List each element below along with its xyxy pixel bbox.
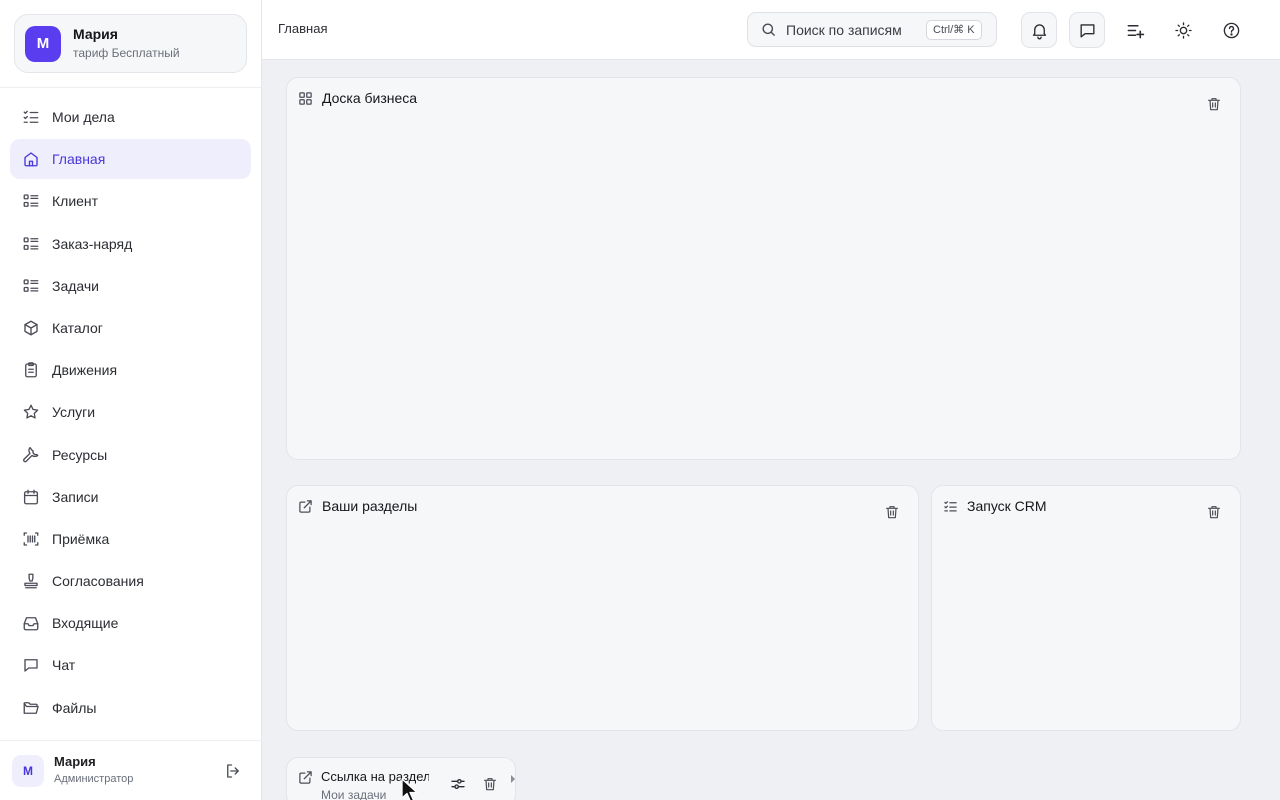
mouse-cursor-icon <box>400 778 422 800</box>
workspace-owner-name: Мария <box>73 26 118 42</box>
sidebar-item-home[interactable]: Главная <box>10 139 251 180</box>
stamp-icon <box>22 572 40 590</box>
sidebar-item-receiving[interactable]: Приёмка <box>10 519 251 559</box>
trash-icon[interactable] <box>1206 504 1222 520</box>
sidebar-item-services[interactable]: Услуги <box>10 392 251 432</box>
user-name: Мария <box>54 754 96 769</box>
external-link-icon <box>298 499 313 514</box>
search-shortcut-badge: Ctrl/⌘ K <box>926 19 982 40</box>
folder-icon <box>22 699 40 717</box>
trash-icon[interactable] <box>1206 96 1222 112</box>
breadcrumb[interactable]: Главная <box>278 21 327 36</box>
help-button[interactable] <box>1213 12 1249 48</box>
sidebar-item-client[interactable]: Клиент <box>10 181 251 221</box>
star-icon <box>22 403 40 421</box>
sidebar-item-label: Чат <box>52 657 76 674</box>
sidebar-item-label: Заказ-наряд <box>52 235 133 252</box>
sidebar-item-label: Входящие <box>52 615 119 632</box>
sidebar-divider <box>0 87 262 88</box>
sidebar-item-work-order[interactable]: Заказ-наряд <box>10 224 251 264</box>
home-icon <box>22 150 40 168</box>
theme-toggle-button[interactable] <box>1165 12 1201 48</box>
sidebar-item-label: Приёмка <box>52 530 110 547</box>
search-input[interactable]: Поиск по записям Ctrl/⌘ K <box>747 12 997 47</box>
barcode-scan-icon <box>22 530 40 548</box>
avatar[interactable]: М <box>12 754 44 787</box>
calendar-icon <box>22 488 40 506</box>
list-add-icon <box>1126 21 1145 40</box>
sidebar-item-label: Ресурсы <box>52 446 108 463</box>
add-widget-button[interactable] <box>1117 12 1153 48</box>
messages-button[interactable] <box>1069 12 1105 48</box>
chevron-right-icon[interactable] <box>509 774 517 784</box>
sidebar-item-approvals[interactable]: Согласования <box>10 561 251 601</box>
clipboard-icon <box>22 361 40 379</box>
current-user-bar: М Мария Администратор <box>0 740 262 800</box>
inbox-icon <box>22 614 40 632</box>
box-icon <box>22 319 40 337</box>
crm-launch-widget: Запуск CRM <box>931 485 1241 731</box>
widget-title: Доска бизнеса <box>322 90 418 106</box>
sun-icon <box>1174 21 1193 40</box>
widget-title: Ваши разделы <box>322 498 418 514</box>
list-icon <box>22 192 40 210</box>
sidebar-item-label: Мои дела <box>52 109 115 125</box>
sidebar-item-label: Согласования <box>52 573 144 590</box>
logout-icon[interactable] <box>224 762 242 780</box>
wrench-icon <box>22 446 40 464</box>
sidebar-item-label: Клиент <box>52 193 99 210</box>
help-icon <box>1222 21 1241 40</box>
settings-sliders-icon[interactable] <box>450 776 466 792</box>
sidebar-item-my-tasks[interactable]: Мои дела <box>10 97 251 137</box>
sidebar-item-resources[interactable]: Ресурсы <box>10 435 251 475</box>
checklist-icon <box>22 108 40 126</box>
search-icon <box>760 21 777 38</box>
widget-title: Запуск CRM <box>967 498 1047 514</box>
sidebar-item-appointments[interactable]: Записи <box>10 477 251 517</box>
sidebar-item-label: Записи <box>52 488 99 505</box>
workspace-plan: тариф Бесплатный <box>73 46 180 60</box>
sidebar: М Мария тариф Бесплатный Мои дела Главна… <box>0 0 262 800</box>
workspace-profile-card[interactable]: М Мария тариф Бесплатный <box>14 14 247 73</box>
sidebar-item-catalog[interactable]: Каталог <box>10 308 251 348</box>
top-bar: Главная Поиск по записям Ctrl/⌘ K <box>262 0 1280 60</box>
sidebar-item-files[interactable]: Файлы <box>10 688 251 728</box>
business-board-widget: Доска бизнеса <box>286 77 1241 460</box>
checklist-icon <box>943 499 958 514</box>
sidebar-item-label: Услуги <box>52 404 96 421</box>
trash-icon[interactable] <box>482 776 498 792</box>
sidebar-nav: Мои дела Главная Клиент Заказ-наряд Зада… <box>10 97 251 730</box>
sidebar-item-label: Задачи <box>52 277 100 294</box>
your-sections-widget: Ваши разделы <box>286 485 919 731</box>
user-role: Администратор <box>54 773 134 785</box>
grid-icon <box>298 91 313 106</box>
sidebar-item-label: Движения <box>52 362 118 379</box>
sidebar-item-label: Файлы <box>52 699 97 716</box>
widget-subtitle: Мои задачи <box>321 788 387 800</box>
list-icon <box>22 235 40 253</box>
trash-icon[interactable] <box>884 504 900 520</box>
notifications-button[interactable] <box>1021 12 1057 48</box>
sidebar-item-tasks[interactable]: Задачи <box>10 266 251 306</box>
list-icon <box>22 277 40 295</box>
search-placeholder: Поиск по записям <box>786 21 902 38</box>
sidebar-item-inbox[interactable]: Входящие <box>10 603 251 643</box>
sidebar-item-movements[interactable]: Движения <box>10 350 251 390</box>
external-link-icon <box>298 770 313 785</box>
sidebar-item-label: Каталог <box>52 319 103 336</box>
bell-icon <box>1030 21 1049 40</box>
sidebar-item-chat[interactable]: Чат <box>10 645 251 685</box>
chat-icon <box>1078 21 1097 40</box>
chat-icon <box>22 656 40 674</box>
workspace-avatar: М <box>25 25 61 62</box>
sidebar-item-label: Главная <box>52 151 106 168</box>
